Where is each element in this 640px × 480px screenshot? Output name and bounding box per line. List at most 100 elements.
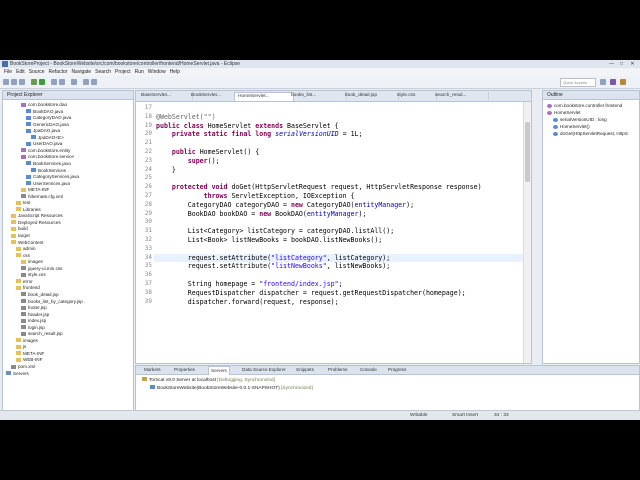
tree-item[interactable]: META-INF — [21, 187, 49, 193]
tree-item[interactable]: META-INF — [16, 351, 44, 357]
editor-tab[interactable]: style.css — [394, 92, 437, 100]
tree-item[interactable]: search_result.jsp — [21, 331, 63, 337]
menu-refactor[interactable]: Refactor — [49, 69, 68, 75]
menu-run[interactable]: Run — [135, 69, 144, 75]
editor-tab[interactable]: books_list... — [288, 92, 347, 100]
tree-item[interactable]: test — [16, 200, 30, 206]
menu-window[interactable]: Window — [148, 69, 166, 75]
tree-item[interactable]: login.jsp — [21, 325, 45, 331]
tree-item[interactable]: images — [21, 259, 43, 265]
editor-text-area[interactable]: 17 18 @WebServlet("") 19 public class HomeSe… — [136, 102, 523, 363]
tree-item-label: JavaScript Resources — [18, 213, 63, 219]
bottom-tab[interactable]: Markers — [144, 366, 161, 374]
print-icon[interactable] — [19, 79, 25, 85]
java-ee-perspective-icon[interactable] — [610, 79, 616, 85]
tree-item[interactable]: index.jsp — [21, 318, 46, 324]
tree-item[interactable]: images — [16, 338, 38, 344]
open-type-icon[interactable] — [59, 79, 65, 85]
outline-header[interactable]: Outline — [543, 91, 639, 100]
editor-tab[interactable]: search_resul... — [432, 92, 489, 100]
tree-item[interactable]: WebContent — [11, 240, 43, 246]
project-explorer-header[interactable]: Project Explorer — [3, 91, 133, 100]
editor-tab[interactable]: HomeServlet... — [234, 92, 294, 101]
tree-item[interactable]: CategoryServices.java — [26, 174, 79, 180]
tree-item[interactable]: GenericDAO.java — [26, 122, 69, 128]
menu-navigate[interactable]: Navigate — [71, 69, 91, 75]
bottom-tab[interactable]: Servers — [208, 366, 230, 375]
bottom-tab[interactable]: Properties — [174, 366, 195, 374]
tree-item-label: header.jsp — [28, 311, 50, 317]
perspective-icon[interactable] — [600, 79, 606, 85]
tree-item[interactable]: BookServices.java — [26, 161, 71, 167]
new-icon[interactable] — [3, 79, 9, 85]
tree-item[interactable]: JpaDAO.java — [26, 128, 60, 134]
tree-item[interactable]: com.bookstore.dao — [21, 102, 67, 108]
tree-item[interactable]: header.jsp — [21, 312, 49, 318]
outline-item[interactable]: com.bookstore.controller.frontend — [547, 103, 622, 109]
tree-item[interactable]: CategoryDAO.java — [26, 115, 71, 121]
editor-tab[interactable]: book_detail.jsp — [342, 92, 399, 100]
tree-item[interactable]: error — [16, 279, 33, 285]
menu-edit[interactable]: Edit — [16, 69, 25, 75]
bottom-tab[interactable]: Snippets — [296, 366, 314, 374]
tree-item[interactable]: pom.xml — [11, 364, 35, 370]
java-perspective-icon[interactable] — [620, 79, 626, 85]
editor-scrollbar[interactable] — [523, 102, 531, 363]
tree-item[interactable]: UserDAO.java — [26, 141, 62, 147]
outline-item[interactable]: HomeServlet — [547, 110, 581, 116]
menu-help[interactable]: Help — [170, 69, 180, 75]
close-button[interactable]: ✕ — [628, 61, 637, 67]
tree-item[interactable]: style.css — [21, 272, 46, 278]
forward-icon[interactable] — [91, 79, 97, 85]
debug-icon[interactable] — [31, 79, 37, 85]
tree-item[interactable]: BookServices — [31, 168, 66, 174]
bottom-tab[interactable]: Console — [360, 366, 377, 374]
tree-item[interactable]: Deployed Resources — [11, 220, 61, 226]
editor-tab[interactable]: BaseServlet... — [138, 92, 193, 100]
outline-item[interactable]: HomeServlet() — [553, 124, 590, 130]
tree-item[interactable]: admin — [16, 246, 36, 252]
tree-item[interactable]: footer.jsp — [21, 305, 47, 311]
save-icon[interactable] — [11, 79, 17, 85]
editor-tab[interactable]: BookServlet... — [188, 92, 239, 100]
tree-item[interactable]: frontend — [16, 285, 40, 291]
menu-source[interactable]: Source — [29, 69, 45, 75]
tree-item[interactable]: BookDAO.java — [26, 109, 63, 115]
tree-item[interactable]: Servers — [6, 371, 29, 377]
tree-item-label: pom.xml — [18, 364, 36, 369]
tree-item[interactable]: JpaDAO<E> — [31, 135, 64, 141]
menu-search[interactable]: Search — [95, 69, 111, 75]
back-icon[interactable] — [83, 79, 89, 85]
tree-item[interactable]: WEB-INF — [16, 357, 42, 363]
quick-access-input[interactable]: Quick Access — [560, 78, 596, 87]
tree-item[interactable]: js — [16, 344, 26, 350]
tree-item[interactable]: hibernate.cfg.xml — [21, 194, 63, 200]
menu-file[interactable]: File — [4, 69, 12, 75]
maximize-button[interactable]: □ — [617, 61, 626, 67]
line-number: 39 — [144, 297, 152, 305]
outline-item[interactable]: doGet(HttpServletRequest, HttpS — [553, 131, 628, 137]
run-icon[interactable] — [39, 79, 45, 85]
server-module-row[interactable]: BookStoreWebsite(BookStoreWebsite-0.0.1-… — [150, 385, 313, 391]
tree-item[interactable]: UserServices.java — [26, 181, 70, 187]
editor-scrollbar-thumb[interactable] — [525, 122, 530, 182]
tree-item[interactable]: build — [11, 226, 28, 232]
tree-item[interactable]: book_detail.jsp — [21, 292, 59, 298]
server-row[interactable]: Tomcat v8.0 Server at localhost [Debuggi… — [142, 377, 275, 383]
tree-item[interactable]: jquery-ui.min.css — [21, 266, 62, 272]
search-icon[interactable] — [71, 79, 77, 85]
menu-project[interactable]: Project — [115, 69, 131, 75]
tree-item[interactable]: books_list_by_category.jsp — [21, 299, 83, 305]
outline-item[interactable]: serialVersionUID : long — [553, 117, 607, 123]
new-java-class-icon[interactable] — [51, 79, 57, 85]
tree-item[interactable]: com.bookstore.service — [21, 154, 74, 160]
bottom-tab[interactable]: Data Source Explorer — [242, 366, 286, 374]
tree-item[interactable]: com.bookstore.entity — [21, 148, 70, 154]
tree-item[interactable]: target — [11, 233, 30, 239]
minimize-button[interactable]: — — [607, 61, 616, 67]
bottom-tab[interactable]: Progress — [388, 366, 406, 374]
tree-item[interactable]: Libraries — [16, 207, 41, 213]
bottom-tab[interactable]: Problems — [328, 366, 347, 374]
tree-item[interactable]: css — [16, 253, 30, 259]
tree-item[interactable]: JavaScript Resources — [11, 213, 63, 219]
